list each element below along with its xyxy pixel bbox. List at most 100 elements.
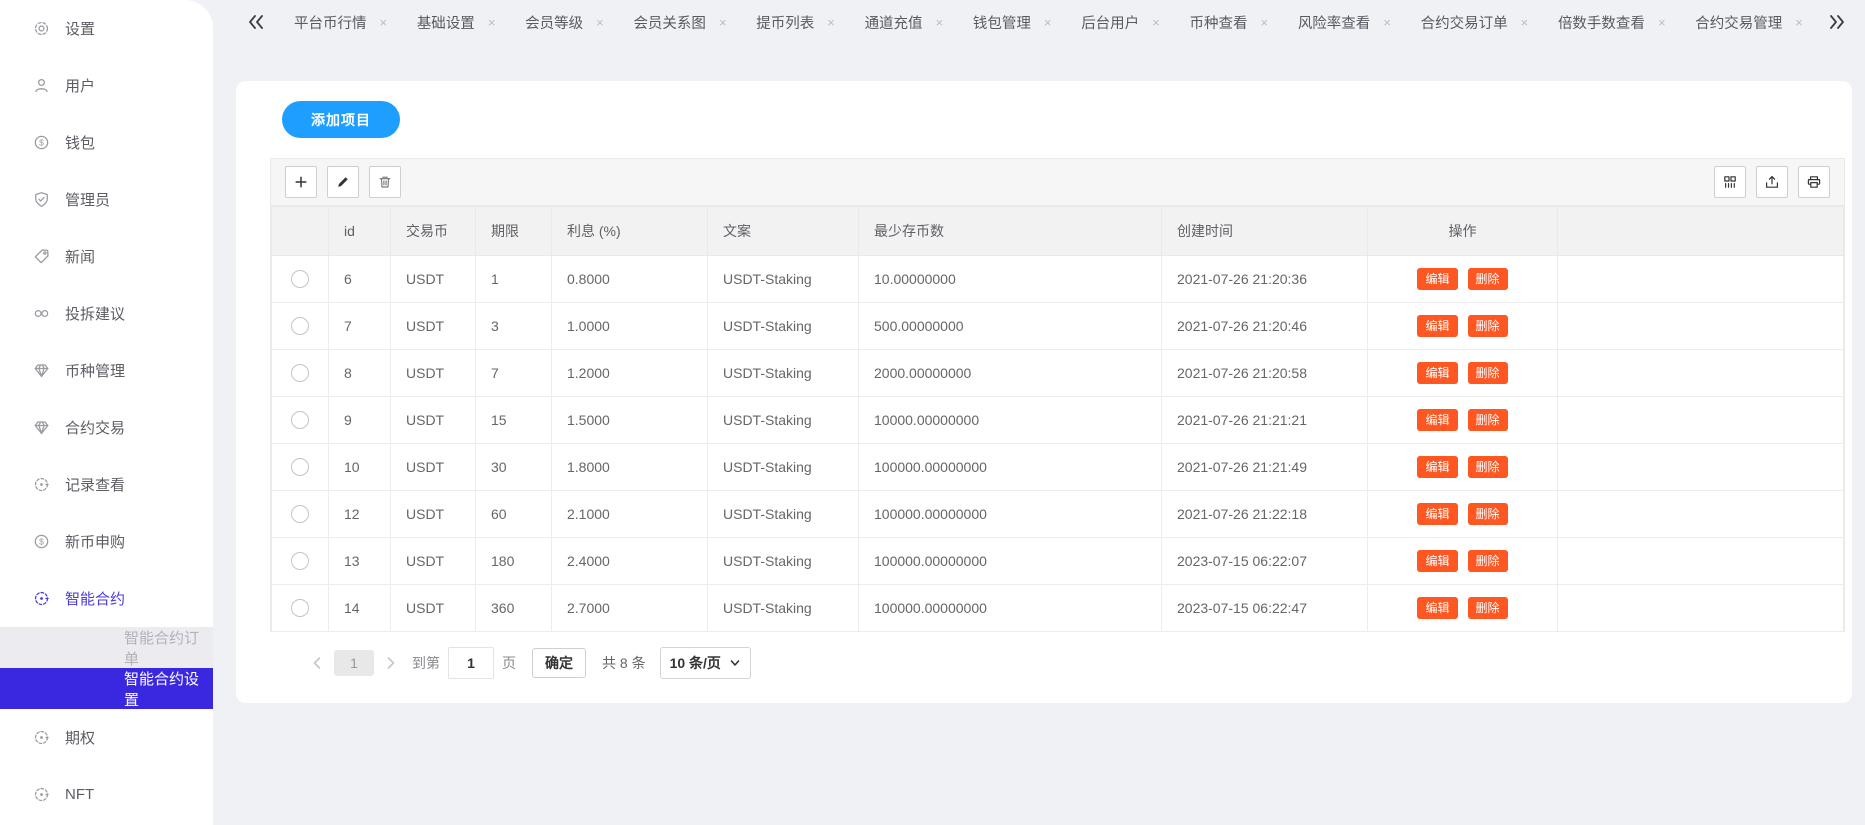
sidebar-item[interactable]: $钱包: [0, 114, 213, 171]
sidebar-item[interactable]: 设置: [0, 0, 213, 57]
row-radio[interactable]: [291, 599, 309, 617]
column-header-id: id: [329, 207, 391, 256]
tab-item[interactable]: 风险率查看×: [1298, 12, 1391, 33]
column-header-interest: 利息 (%): [552, 207, 708, 256]
cell-interest: 1.5000: [552, 397, 708, 444]
tab-item[interactable]: 基础设置×: [417, 12, 496, 33]
tab-close-icon[interactable]: ×: [1658, 16, 1666, 29]
sidebar-item[interactable]: 合约交易: [0, 399, 213, 456]
tab-close-icon[interactable]: ×: [1044, 16, 1052, 29]
tab-item[interactable]: 会员等级 ×: [525, 12, 604, 33]
tab-item[interactable]: 钱包管理 ×: [973, 12, 1052, 33]
sidebar-item[interactable]: 投拆建议: [0, 285, 213, 342]
edit-button[interactable]: 编辑: [1417, 550, 1457, 572]
goto-page-input[interactable]: [448, 647, 494, 679]
page-size-select[interactable]: 10 条/页: [660, 647, 751, 679]
delete-button[interactable]: 删除: [1468, 550, 1508, 572]
sidebar-item[interactable]: 用户: [0, 57, 213, 114]
tabs-scroll-left-icon[interactable]: [246, 13, 266, 31]
tab-item[interactable]: 币种查看×: [1190, 12, 1269, 33]
pencil-button[interactable]: [327, 166, 359, 198]
coin-icon: $: [33, 134, 50, 151]
edit-button[interactable]: 编辑: [1417, 409, 1457, 431]
plus-button[interactable]: [285, 166, 317, 198]
next-page-icon[interactable]: [384, 656, 398, 670]
tab-close-icon[interactable]: ×: [1383, 16, 1391, 29]
add-item-button[interactable]: 添加项目: [282, 101, 400, 138]
cell-id: 13: [329, 538, 391, 585]
edit-button[interactable]: 编辑: [1417, 503, 1457, 525]
row-radio[interactable]: [291, 552, 309, 570]
sidebar-item[interactable]: 管理员: [0, 171, 213, 228]
sidebar-item[interactable]: $新币申购: [0, 513, 213, 570]
tab-close-icon[interactable]: ×: [936, 16, 944, 29]
delete-button[interactable]: 删除: [1468, 503, 1508, 525]
sidebar-item-label: 管理员: [65, 189, 110, 210]
table-row: 7USDT31.0000USDT-Staking500.000000002021…: [272, 303, 1844, 350]
delete-button[interactable]: 删除: [1468, 597, 1508, 619]
edit-button[interactable]: 编辑: [1417, 456, 1457, 478]
sidebar-item[interactable]: 智能合约: [0, 570, 213, 627]
tab-close-icon[interactable]: ×: [719, 16, 727, 29]
tab-item[interactable]: 倍数手数查看×: [1558, 12, 1666, 33]
tab-item[interactable]: 合约交易订单×: [1421, 12, 1529, 33]
cell-id: 8: [329, 350, 391, 397]
trash-button[interactable]: [369, 166, 401, 198]
tab-item[interactable]: 通道充值×: [865, 12, 944, 33]
tabs-scroll-right-icon[interactable]: [1827, 13, 1847, 31]
tab-item[interactable]: 提币列表 ×: [756, 12, 835, 33]
row-radio[interactable]: [291, 458, 309, 476]
sidebar-item[interactable]: 新闻: [0, 228, 213, 285]
sidebar-item[interactable]: 币种管理: [0, 342, 213, 399]
prev-page-icon[interactable]: [310, 656, 324, 670]
delete-button[interactable]: 删除: [1468, 315, 1508, 337]
edit-button[interactable]: 编辑: [1417, 597, 1457, 619]
edit-button[interactable]: 编辑: [1417, 362, 1457, 384]
tab-close-icon[interactable]: ×: [596, 16, 604, 29]
sidebar-item-label: 记录查看: [65, 474, 125, 495]
cell-interest: 0.8000: [552, 256, 708, 303]
sidebar-item[interactable]: 期权: [0, 709, 213, 766]
tab-close-icon[interactable]: ×: [488, 16, 496, 29]
row-radio[interactable]: [291, 270, 309, 288]
delete-button[interactable]: 删除: [1468, 456, 1508, 478]
confirm-button[interactable]: 确定: [532, 648, 586, 678]
sidebar-subitem[interactable]: 智能合约设置: [0, 668, 213, 709]
grid-button[interactable]: [1714, 166, 1746, 198]
row-radio[interactable]: [291, 505, 309, 523]
edit-button[interactable]: 编辑: [1417, 315, 1457, 337]
tab-close-icon[interactable]: ×: [1521, 16, 1529, 29]
delete-button[interactable]: 删除: [1468, 409, 1508, 431]
sidebar-subitem[interactable]: 智能合约订单: [0, 627, 213, 668]
tab-item[interactable]: 平台币行情×: [294, 12, 387, 33]
row-radio[interactable]: [291, 364, 309, 382]
tab-item[interactable]: 后台用户×: [1081, 12, 1160, 33]
data-table: id交易币期限利息 (%)文案最少存币数创建时间操作 6USDT10.8000U…: [271, 206, 1844, 632]
sidebar-item[interactable]: NFT: [0, 766, 213, 823]
row-radio[interactable]: [291, 411, 309, 429]
tab-label: 钱包管理: [973, 12, 1031, 33]
tab-label: 会员等级: [525, 12, 583, 33]
cell-term: 180: [476, 538, 552, 585]
export-button[interactable]: [1756, 166, 1788, 198]
print-button[interactable]: [1798, 166, 1830, 198]
cell-term: 60: [476, 491, 552, 538]
tab-item[interactable]: 会员关系图×: [633, 12, 726, 33]
sidebar-item-label: 智能合约: [65, 588, 125, 609]
tab-item[interactable]: 合约交易管理×: [1695, 12, 1803, 33]
tab-close-icon[interactable]: ×: [827, 16, 835, 29]
cell-interest: 1.0000: [552, 303, 708, 350]
tab-close-icon[interactable]: ×: [380, 16, 388, 29]
link-icon: [33, 305, 50, 322]
delete-button[interactable]: 删除: [1468, 268, 1508, 290]
row-radio[interactable]: [291, 317, 309, 335]
sidebar-item[interactable]: 记录查看: [0, 456, 213, 513]
tab-close-icon[interactable]: ×: [1795, 16, 1803, 29]
current-page[interactable]: 1: [334, 650, 374, 676]
tab-close-icon[interactable]: ×: [1261, 16, 1269, 29]
sidebar-item-label: 合约交易: [65, 417, 125, 438]
delete-button[interactable]: 删除: [1468, 362, 1508, 384]
tab-close-icon[interactable]: ×: [1152, 16, 1160, 29]
tab-label: 提币列表: [756, 12, 814, 33]
edit-button[interactable]: 编辑: [1417, 268, 1457, 290]
